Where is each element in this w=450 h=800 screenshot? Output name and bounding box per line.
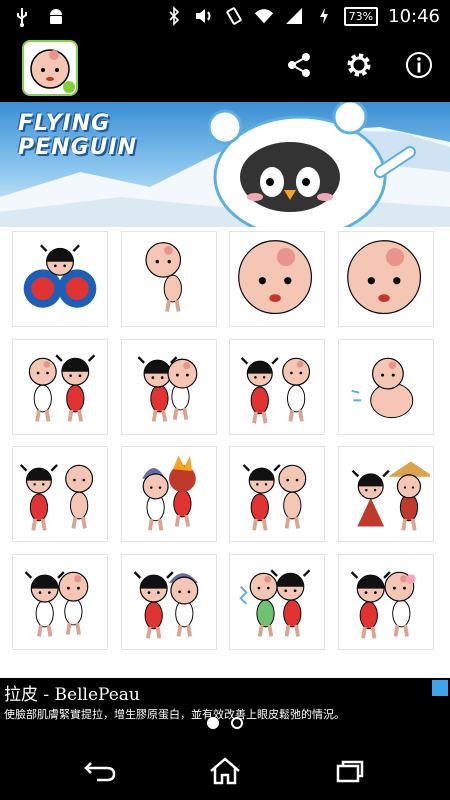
sticker-girl-and-baby-standing[interactable] xyxy=(12,446,108,542)
clock: 10:46 xyxy=(388,5,440,27)
battery-percent: 73% xyxy=(348,9,374,23)
sticker-girl-and-baby-back-image xyxy=(242,464,307,531)
sticker-girl-and-baby-with-beanie-image xyxy=(133,571,199,639)
promo-banner[interactable]: FLYING PENGUIN xyxy=(0,102,450,227)
sticker-girl-and-baby-hug-image xyxy=(137,356,198,422)
ad-title: 拉皮 - BellePeau xyxy=(4,685,140,705)
wifi-icon xyxy=(254,5,274,27)
banner-title-line2: PENGUIN xyxy=(18,135,138,160)
info-icon[interactable] xyxy=(404,50,434,80)
signal-icon xyxy=(284,5,304,27)
navigation-bar xyxy=(0,743,450,800)
app-icon-baby-face[interactable] xyxy=(22,40,78,96)
banner-title-line1: FLYING xyxy=(18,111,111,136)
sticker-girl-and-baby-turned-image xyxy=(240,357,311,424)
status-bar: 73% 10:46 xyxy=(0,0,450,34)
sticker-girl-and-baby-shocked[interactable] xyxy=(229,554,325,650)
sticker-baby-and-girl-standing-image xyxy=(28,354,96,422)
sticker-girl-and-baby-hug[interactable] xyxy=(121,339,217,435)
sticker-girl-with-cymbals[interactable] xyxy=(12,231,108,327)
sticker-baby-sitting-sad-image xyxy=(351,357,414,419)
sticker-girl-kissing-baby[interactable] xyxy=(338,554,434,650)
sticker-baby-and-girl-standing[interactable] xyxy=(12,339,108,435)
sticker-baby-running-image xyxy=(145,242,182,312)
home-icon[interactable] xyxy=(207,755,243,787)
volume-icon xyxy=(194,5,214,27)
sticker-girl-with-hat-image xyxy=(351,461,430,531)
recents-icon[interactable] xyxy=(332,755,368,787)
battery-indicator: 73% xyxy=(343,6,379,26)
ad-banner[interactable]: 拉皮 - BellePeau 使臉部肌膚緊實提拉，增生膠原蛋白，並有效改善上眼皮… xyxy=(0,678,450,743)
ad-choices-icon[interactable] xyxy=(432,680,448,696)
sticker-baby-face-worried[interactable] xyxy=(338,231,434,327)
sticker-baby-sitting-sad[interactable] xyxy=(338,339,434,435)
sticker-girl-and-baby-standing-image xyxy=(19,464,94,531)
usb-icon xyxy=(12,6,32,28)
charging-icon xyxy=(314,5,334,27)
sticker-girl-with-cymbals-image xyxy=(23,244,97,308)
sticker-grid xyxy=(0,227,450,678)
sticker-baby-angry-fire[interactable] xyxy=(121,446,217,542)
page-dot-inactive[interactable] xyxy=(231,717,243,729)
bluetooth-icon xyxy=(164,5,184,27)
sticker-girl-and-baby-with-beanie[interactable] xyxy=(121,554,217,650)
sticker-baby-angry-fire-image xyxy=(142,455,196,531)
sticker-baby-face-blush-image xyxy=(238,240,313,315)
sticker-girl-and-baby-together[interactable] xyxy=(12,554,108,650)
android-icon xyxy=(46,6,66,28)
app-bar xyxy=(0,34,450,102)
settings-icon[interactable] xyxy=(344,50,374,80)
sticker-baby-face-worried-image xyxy=(347,240,422,315)
sticker-baby-face-blush[interactable] xyxy=(229,231,325,327)
sticker-girl-with-hat[interactable] xyxy=(338,446,434,542)
sticker-baby-running[interactable] xyxy=(121,231,217,327)
sticker-girl-and-baby-together-image xyxy=(24,571,89,637)
sticker-girl-and-baby-back[interactable] xyxy=(229,446,325,542)
page-dot-active[interactable] xyxy=(207,717,219,729)
share-icon[interactable] xyxy=(284,50,314,80)
sticker-girl-and-baby-turned[interactable] xyxy=(229,339,325,435)
sticker-girl-kissing-baby-image xyxy=(350,571,416,639)
back-icon[interactable] xyxy=(82,755,118,787)
sticker-girl-and-baby-shocked-image xyxy=(239,569,311,637)
banner-title: FLYING PENGUIN xyxy=(18,112,137,160)
rotation-icon xyxy=(224,5,244,27)
ad-page-indicator xyxy=(0,717,450,729)
